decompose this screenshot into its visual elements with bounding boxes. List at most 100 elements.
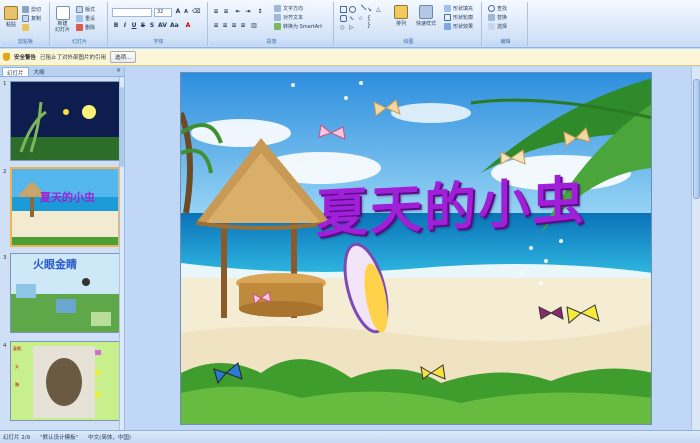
thumbnail-4-image	[11, 342, 119, 420]
drawing-group-label: 绘图	[336, 38, 481, 46]
slide-vertical-scrollbar[interactable]	[691, 67, 700, 430]
font-name-combo[interactable]	[112, 8, 152, 17]
status-bar: 幻灯片 2/9 "默认设计模板" 中文(简体，中国)	[0, 430, 700, 443]
tab-slides[interactable]: 幻灯片	[2, 67, 29, 77]
slide-editing-area: 夏天的小虫	[126, 67, 700, 430]
outline-icon	[444, 14, 451, 21]
italic-button[interactable]: I	[121, 22, 129, 30]
thumbnail-scroll-thumb[interactable]	[120, 87, 124, 167]
thumbnail-4-label: 复眼	[13, 346, 21, 351]
tab-outline[interactable]: 大纲	[30, 67, 49, 76]
ribbon: 粘贴 剪切 复制 剪贴板 新建 幻灯片 版式 重设 删除 幻灯片 32 A A …	[0, 0, 700, 48]
shape-fill-button[interactable]: 形状填充	[444, 5, 473, 12]
reset-label: 重设	[85, 16, 96, 22]
align-text-button[interactable]: 对齐文本	[274, 14, 303, 21]
reset-button[interactable]: 重设	[76, 15, 95, 22]
slides-group-label: 幻灯片	[52, 38, 107, 46]
copy-button[interactable]: 复制	[22, 15, 41, 22]
find-button[interactable]: 查找	[488, 5, 507, 12]
security-message: 已阻止了对外部图片的引用	[40, 55, 107, 61]
arrow-shape-icon[interactable]: ↘	[367, 6, 374, 13]
underline-button[interactable]: U	[130, 22, 138, 30]
shrink-font-button[interactable]: A	[182, 8, 190, 16]
clear-format-button[interactable]: ⌫	[192, 8, 200, 16]
bold-button[interactable]: B	[112, 22, 120, 30]
line-spacing-button[interactable]: ↕	[256, 8, 264, 16]
thumbnail-scrollbar[interactable]	[119, 77, 124, 430]
numbering-button[interactable]: ≡	[222, 8, 230, 16]
rectangle-shape-icon[interactable]	[340, 6, 347, 13]
decrease-indent-button[interactable]: ⇤	[234, 8, 242, 16]
close-panel-icon[interactable]: ×	[116, 67, 124, 76]
thumbnail-4-label: 胸	[15, 382, 19, 387]
clipboard-group-label: 剪贴板	[2, 38, 49, 46]
more-shapes-icon[interactable]: ◇	[340, 24, 347, 31]
cut-button[interactable]: 剪切	[22, 6, 41, 13]
security-options-button[interactable]: 选项...	[110, 51, 137, 63]
slide-thumbnail-1[interactable]	[10, 81, 120, 161]
triangle-shape-icon[interactable]: △	[376, 6, 383, 13]
format-painter-button[interactable]	[22, 24, 29, 31]
effects-icon	[444, 23, 451, 30]
shape-outline-button[interactable]: 形状轮廓	[444, 14, 473, 21]
shield-icon	[3, 53, 10, 61]
delete-icon	[76, 24, 83, 31]
arrange-button[interactable]: 排列	[394, 5, 408, 27]
star-shape-icon[interactable]: ☆	[358, 15, 365, 22]
copy-label: 复制	[31, 16, 42, 22]
thumbnail-1-image	[11, 82, 119, 160]
spacing-button[interactable]: AV	[158, 22, 167, 30]
slide-title[interactable]: 夏天的小虫	[316, 158, 586, 247]
slide-thumbnail-4[interactable]: 复眼 头 胸	[10, 341, 120, 421]
quick-styles-button[interactable]: 快速样式	[416, 5, 436, 27]
curve-shape-icon[interactable]: ∿	[349, 15, 356, 22]
quick-styles-label: 快速样式	[416, 21, 437, 27]
callout-shape-icon[interactable]: ▷	[349, 24, 356, 31]
thumbnail-2-title: 夏天的小虫	[40, 191, 95, 204]
align-left-button[interactable]: ≡	[212, 22, 220, 30]
grow-font-button[interactable]: A	[174, 8, 182, 16]
bullets-button[interactable]: ≡	[212, 8, 220, 16]
shadow-button[interactable]: S	[148, 22, 156, 30]
security-warning-bar: 安全警告 已阻止了对外部图片的引用 选项...	[0, 49, 700, 66]
replace-label: 替换	[497, 15, 508, 21]
slide-thumbnail-3[interactable]: 火眼金睛	[10, 253, 120, 333]
brace-shape-icon[interactable]: { }	[367, 15, 374, 29]
columns-button[interactable]: ▥	[250, 22, 258, 30]
slide-thumbnail-2[interactable]: 夏天的小虫	[10, 167, 120, 247]
justify-button[interactable]: ≡	[239, 22, 247, 30]
text-direction-button[interactable]: 文字方向	[274, 5, 303, 12]
new-slide-button[interactable]: 新建 幻灯片	[55, 6, 70, 33]
language-indicator[interactable]: 中文(简体，中国)	[88, 433, 131, 441]
delete-label: 删除	[85, 25, 96, 31]
thumbnail-number: 4	[3, 343, 7, 349]
slide-scroll-thumb[interactable]	[693, 79, 700, 199]
increase-indent-button[interactable]: ⇥	[244, 8, 252, 16]
align-center-button[interactable]: ≡	[221, 22, 229, 30]
font-color-button[interactable]: A	[184, 22, 192, 30]
current-slide[interactable]: 夏天的小虫	[180, 72, 652, 425]
strikethrough-button[interactable]: S	[139, 22, 147, 30]
brush-icon	[22, 24, 29, 31]
shape-effects-button[interactable]: 形状效果	[444, 23, 473, 30]
slides-group: 新建 幻灯片 版式 重设 删除 幻灯片	[52, 2, 108, 46]
convert-smartart-button[interactable]: 转换为 SmartArt	[274, 23, 322, 30]
slides-panel: 幻灯片 大纲 × 1 2 夏天的小虫 3 火眼金睛 4 复眼 头 胸	[0, 67, 125, 430]
find-icon	[488, 5, 495, 12]
rounded-rect-shape-icon[interactable]	[340, 15, 347, 22]
theme-name: "默认设计模板"	[40, 435, 79, 441]
line-shape-icon[interactable]	[356, 4, 367, 15]
paragraph-group-label: 段落	[210, 38, 333, 46]
delete-slide-button[interactable]: 删除	[76, 24, 95, 31]
smartart-icon	[274, 23, 281, 30]
oval-shape-icon[interactable]	[349, 6, 356, 13]
replace-button[interactable]: 替换	[488, 14, 507, 21]
layout-button[interactable]: 版式	[76, 6, 95, 13]
select-button[interactable]: 选择	[488, 23, 507, 30]
paste-button[interactable]: 粘贴	[4, 6, 18, 28]
arrange-icon	[394, 5, 408, 19]
fill-icon	[444, 5, 451, 12]
font-size-combo[interactable]: 32	[154, 8, 172, 17]
align-right-button[interactable]: ≡	[230, 22, 238, 30]
change-case-button[interactable]: Aa	[170, 22, 179, 30]
